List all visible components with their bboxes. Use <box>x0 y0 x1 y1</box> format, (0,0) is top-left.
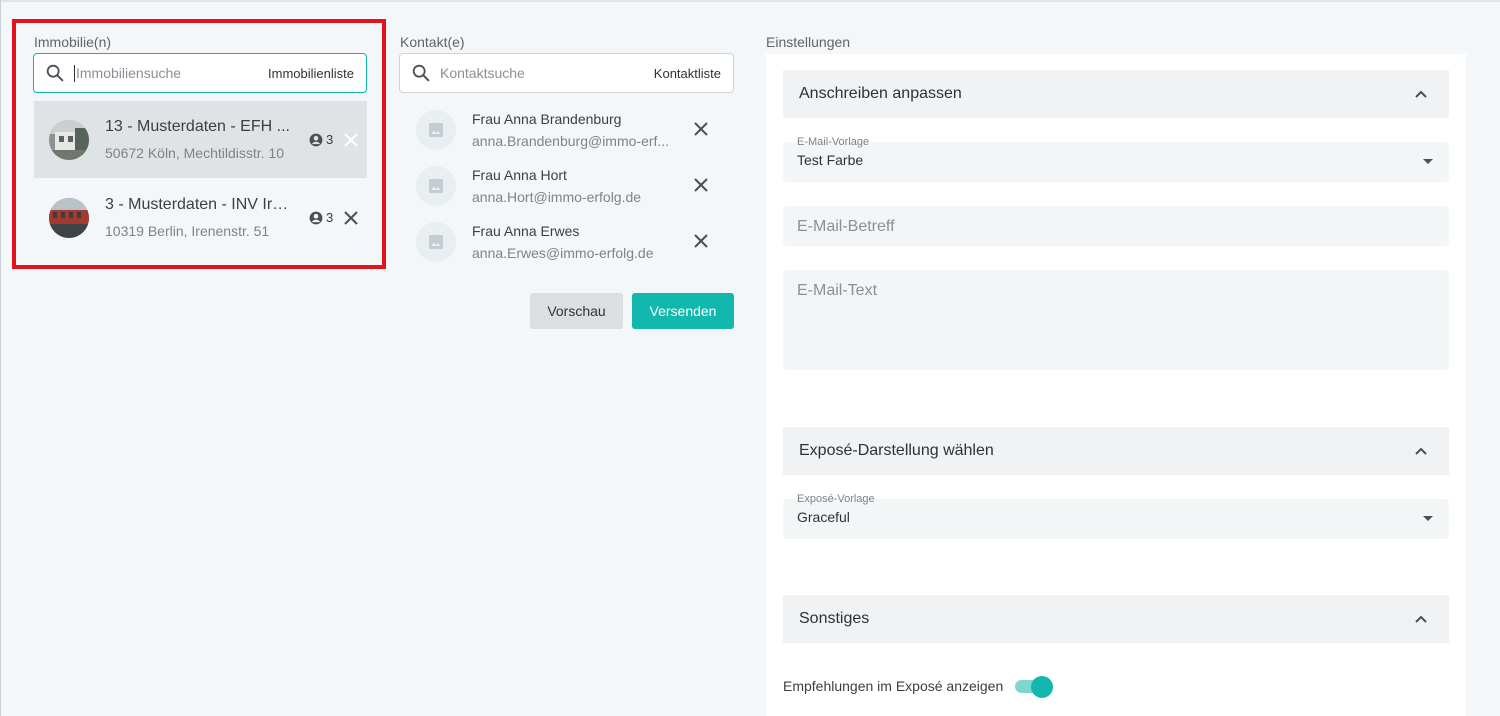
toggle-knob <box>1031 676 1054 698</box>
contact-name: Frau Anna Erwes <box>472 223 580 239</box>
field-placeholder: E-Mail-Betreff <box>797 218 895 235</box>
field-label: E-Mail-Vorlage <box>797 136 870 148</box>
contact-avatar <box>416 110 456 150</box>
section-expose-header[interactable]: Exposé-Darstellung wählen <box>783 427 1449 475</box>
email-template-select[interactable]: E-Mail-Vorlage Test Farbe <box>783 136 1449 182</box>
section-misc-header[interactable]: Sonstiges <box>783 595 1449 643</box>
contact-name: Frau Anna Hort <box>472 167 567 183</box>
image-placeholder-icon <box>429 179 443 193</box>
contact-search-input[interactable] <box>440 65 654 81</box>
expose-template-select[interactable]: Exposé-Vorlage Graceful <box>783 493 1449 539</box>
chevron-up-icon <box>1415 90 1427 98</box>
contact-item[interactable]: Frau Anna Erwes anna.Erwes@immo-erfolg.d… <box>416 220 736 264</box>
recommendations-toggle[interactable] <box>1015 676 1054 698</box>
email-subject-field[interactable]: E-Mail-Betreff <box>783 206 1449 246</box>
chevron-up-icon <box>1415 447 1427 455</box>
preview-button[interactable]: Vorschau <box>530 293 623 329</box>
contact-list-link[interactable]: Kontaktliste <box>654 66 721 81</box>
contact-avatar <box>416 166 456 206</box>
contact-item[interactable]: Frau Anna Brandenburg anna.Brandenburg@i… <box>416 108 736 152</box>
contact-name: Frau Anna Brandenburg <box>472 111 622 127</box>
remove-contact-icon[interactable] <box>692 120 710 138</box>
left-divider <box>0 0 1 716</box>
section-title: Anschreiben anpassen <box>799 85 962 102</box>
recommendations-row: Empfehlungen im Exposé anzeigen <box>783 676 1054 698</box>
contact-email: anna.Erwes@immo-erfolg.de <box>472 245 654 261</box>
chevron-up-icon <box>1415 615 1427 623</box>
contact-search-box[interactable]: Kontaktliste <box>399 53 734 93</box>
field-value: Test Farbe <box>797 152 864 168</box>
dropdown-arrow-icon <box>1423 159 1433 164</box>
contact-item[interactable]: Frau Anna Hort anna.Hort@immo-erfolg.de <box>416 164 736 208</box>
image-placeholder-icon <box>429 235 443 249</box>
send-button[interactable]: Versenden <box>632 293 734 329</box>
recommendations-label: Empfehlungen im Exposé anzeigen <box>783 678 1004 694</box>
field-value: Graceful <box>797 509 850 525</box>
remove-contact-icon[interactable] <box>692 232 710 250</box>
settings-label: Einstellungen <box>766 34 851 50</box>
search-icon <box>412 64 430 82</box>
section-title: Exposé-Darstellung wählen <box>799 442 994 459</box>
email-text-field[interactable]: E-Mail-Text <box>783 270 1449 370</box>
contact-email: anna.Brandenburg@immo-erf... <box>472 133 670 149</box>
field-label: Exposé-Vorlage <box>797 493 875 505</box>
section-letter-header[interactable]: Anschreiben anpassen <box>783 70 1449 118</box>
highlight-frame <box>12 19 386 269</box>
dropdown-arrow-icon <box>1423 516 1433 521</box>
top-divider <box>0 0 1500 2</box>
contacts-label: Kontakt(e) <box>400 34 465 50</box>
contact-avatar <box>416 222 456 262</box>
remove-contact-icon[interactable] <box>692 176 710 194</box>
image-placeholder-icon <box>429 123 443 137</box>
contact-email: anna.Hort@immo-erfolg.de <box>472 189 642 205</box>
section-title: Sonstiges <box>799 610 870 627</box>
field-placeholder: E-Mail-Text <box>797 282 878 299</box>
